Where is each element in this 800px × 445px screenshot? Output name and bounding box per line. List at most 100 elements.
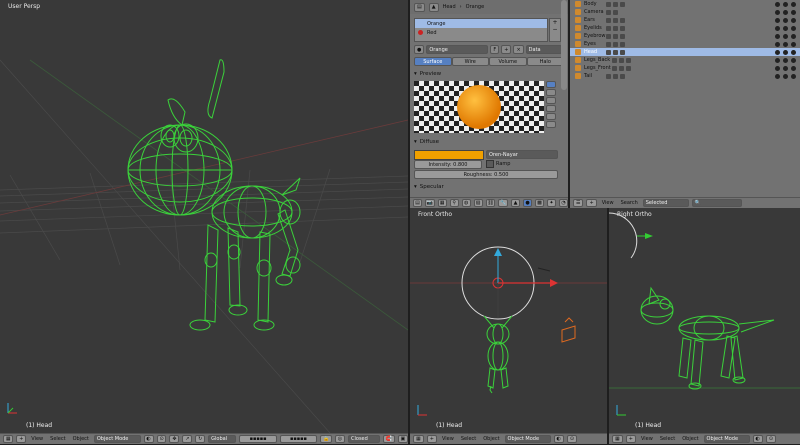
pivot-button[interactable]: ⊙ bbox=[765, 435, 777, 443]
constraint-tab-icon[interactable]: ⛓ bbox=[485, 199, 496, 207]
menu-object[interactable]: Object bbox=[481, 436, 501, 442]
tab-surface[interactable]: Surface bbox=[414, 57, 452, 66]
layers-button[interactable]: ▪▪▪▪▪ bbox=[239, 435, 277, 443]
preview-sky-icon[interactable] bbox=[546, 121, 556, 128]
outliner-row[interactable]: Legs_Back bbox=[570, 56, 800, 64]
pivot-button[interactable]: ⊙ bbox=[566, 435, 578, 443]
ramp-checkbox[interactable] bbox=[486, 160, 494, 168]
material-name-field[interactable]: Orange bbox=[426, 45, 489, 54]
collapse-menu-button[interactable]: + bbox=[426, 435, 437, 443]
shading-button[interactable]: ◐ bbox=[752, 435, 763, 443]
slot-scroll-buttons[interactable]: + − bbox=[549, 18, 561, 42]
texture-tab-icon[interactable]: ▩ bbox=[535, 199, 544, 207]
mode-dropdown[interactable]: Object Mode bbox=[93, 435, 141, 443]
preview-sphere-icon[interactable] bbox=[546, 89, 556, 96]
outliner-row[interactable]: Camera bbox=[570, 8, 800, 16]
menu-select[interactable]: Select bbox=[658, 436, 677, 442]
menu-select[interactable]: Select bbox=[459, 436, 478, 442]
tab-halo[interactable]: Halo bbox=[526, 57, 564, 66]
preview-monkey-icon[interactable] bbox=[546, 105, 556, 112]
data-link-dropdown[interactable]: Data bbox=[525, 45, 562, 54]
outliner-row[interactable]: Tail bbox=[570, 72, 800, 80]
outliner-row[interactable]: Ears bbox=[570, 16, 800, 24]
material-sphere-icon[interactable]: ● bbox=[414, 45, 425, 54]
menu-view[interactable]: View bbox=[440, 436, 456, 442]
outliner-row[interactable]: Body bbox=[570, 0, 800, 8]
menu-object[interactable]: Object bbox=[71, 436, 91, 442]
collapse-menu-button[interactable]: + bbox=[16, 435, 27, 443]
physics-tab-icon[interactable]: ◔ bbox=[559, 199, 568, 207]
display-mode-dropdown[interactable]: Selected bbox=[642, 199, 689, 207]
preview-cube-icon[interactable] bbox=[546, 97, 556, 104]
editor-type-button[interactable]: ▦ bbox=[413, 435, 424, 443]
add-material-button[interactable]: + bbox=[501, 45, 512, 54]
layers-tab-icon[interactable]: ▦ bbox=[437, 199, 447, 207]
tab-wire[interactable]: Wire bbox=[451, 57, 489, 66]
object-tab-icon[interactable]: ▧ bbox=[473, 199, 483, 207]
preview-flat-icon[interactable] bbox=[546, 81, 556, 88]
menu-object[interactable]: Object bbox=[680, 436, 700, 442]
editor-type-button[interactable]: ▦ bbox=[612, 435, 623, 443]
outliner-row-selected[interactable]: Head bbox=[570, 48, 800, 56]
search-field[interactable]: 🔍 bbox=[691, 199, 742, 207]
viewport-front-ortho[interactable]: Front Ortho (1) Head bbox=[410, 208, 607, 433]
render-tab-icon[interactable]: 📷 bbox=[425, 199, 435, 207]
rotate-button[interactable]: ↻ bbox=[195, 435, 206, 443]
material-slot-red[interactable]: Red bbox=[415, 28, 547, 37]
material-slot-list[interactable]: Orange Red bbox=[414, 18, 548, 42]
translate-button[interactable]: ↗ bbox=[182, 435, 193, 443]
material-slot-orange[interactable]: Orange bbox=[415, 19, 547, 28]
preview-section-header[interactable]: ▾ Preview bbox=[410, 69, 564, 79]
proportional-falloff-dropdown[interactable]: Closed bbox=[348, 435, 380, 443]
specular-section-header[interactable]: ▾ Specular bbox=[410, 182, 564, 192]
scene-tab-icon[interactable]: ⚲ bbox=[449, 199, 459, 207]
render-icon[interactable]: ▣ bbox=[397, 435, 408, 443]
mode-dropdown[interactable]: Object Mode bbox=[504, 435, 551, 443]
material-preview bbox=[414, 81, 544, 133]
fake-user-button[interactable]: F bbox=[490, 45, 500, 54]
world-tab-icon[interactable]: ◍ bbox=[461, 199, 471, 207]
pivot-button[interactable]: ⊙ bbox=[156, 435, 167, 443]
roughness-field[interactable]: Roughness: 0.500 bbox=[414, 170, 558, 179]
diffuse-color-swatch[interactable] bbox=[414, 150, 484, 160]
viewport-right-ortho[interactable]: Right Ortho (1) Head bbox=[609, 208, 800, 433]
outliner-row[interactable]: Eyebrow bbox=[570, 32, 800, 40]
diffuse-shader-dropdown[interactable]: Oren-Nayar bbox=[486, 150, 558, 159]
outliner-row[interactable]: Legs_Front bbox=[570, 64, 800, 72]
mesh-icon: ▲ bbox=[428, 2, 439, 12]
outliner-view-menu[interactable]: View bbox=[600, 200, 616, 206]
tab-volume[interactable]: Volume bbox=[489, 57, 527, 66]
diffuse-section-header[interactable]: ▾ Diffuse bbox=[410, 137, 564, 147]
intensity-field[interactable]: Intensity: 0.800 bbox=[414, 160, 482, 169]
material-tab-icon[interactable]: ● bbox=[523, 199, 532, 207]
proportional-edit-button[interactable]: ◎ bbox=[334, 435, 345, 443]
properties-scrollbar[interactable] bbox=[561, 0, 567, 90]
mode-dropdown[interactable]: Object Mode bbox=[703, 435, 750, 443]
orientation-dropdown[interactable]: Global bbox=[208, 435, 237, 443]
shading-button[interactable]: ◐ bbox=[553, 435, 564, 443]
collapse-menu-button[interactable]: + bbox=[586, 199, 597, 207]
menu-view[interactable]: View bbox=[29, 436, 45, 442]
particles-tab-icon[interactable]: ✦ bbox=[547, 199, 556, 207]
outliner-row[interactable]: Eyelids bbox=[570, 24, 800, 32]
unlink-material-button[interactable]: × bbox=[513, 45, 524, 54]
editor-type-button[interactable]: ▤ bbox=[413, 199, 422, 207]
menu-select[interactable]: Select bbox=[48, 436, 67, 442]
viewport-user-persp[interactable]: User Persp (1) Head bbox=[0, 0, 408, 433]
collapse-menu-button[interactable]: + bbox=[625, 435, 636, 443]
editor-type-button[interactable]: ☰ bbox=[573, 199, 584, 207]
manipulator-button[interactable]: ✥ bbox=[169, 435, 180, 443]
snap-icon[interactable]: 🧲 bbox=[382, 435, 395, 443]
ramp-checkbox-row[interactable]: Ramp bbox=[486, 160, 510, 168]
outliner-row[interactable]: Eyes bbox=[570, 40, 800, 48]
modifier-tab-icon[interactable]: 🔧 bbox=[498, 199, 508, 207]
data-tab-icon[interactable]: ▲ bbox=[511, 199, 520, 207]
properties-editor-icon[interactable]: ▤ bbox=[414, 2, 425, 12]
menu-view[interactable]: View bbox=[639, 436, 655, 442]
preview-type-buttons[interactable] bbox=[546, 81, 556, 133]
editor-type-button[interactable]: ▦ bbox=[3, 435, 14, 443]
layers-button-2[interactable]: ▪▪▪▪▪ bbox=[279, 435, 318, 443]
preview-hair-icon[interactable] bbox=[546, 113, 556, 120]
shading-button[interactable]: ◐ bbox=[143, 435, 154, 443]
lock-icon[interactable]: 🔒 bbox=[320, 435, 332, 443]
